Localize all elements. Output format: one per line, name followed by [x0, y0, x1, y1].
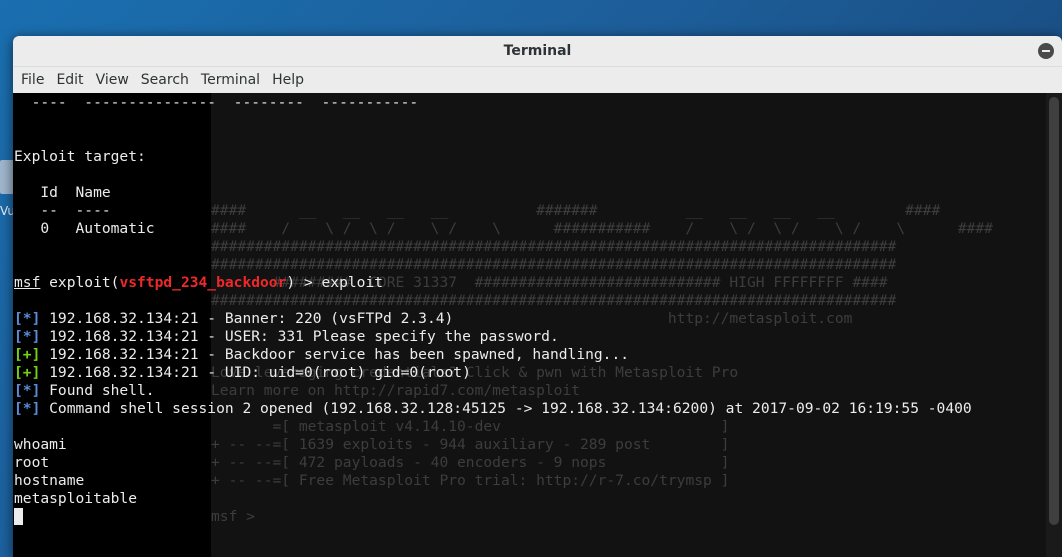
output-line: [+] 192.168.32.134:21 - Backdoor service… [14, 346, 629, 364]
bg-line: + -- --=[ 1639 exploits - 944 auxiliary … [211, 436, 730, 453]
bg-line: ########################################… [211, 256, 897, 273]
output-line: [*] Command shell session 2 opened (192.… [14, 400, 972, 418]
title-bar[interactable]: Terminal [13, 36, 1062, 67]
shell-line: whoami [14, 436, 67, 453]
module-name: vsftpd_234_backdoor [119, 274, 287, 291]
output-line: [*] Found shell. [14, 382, 155, 400]
bg-line: ########################################… [211, 292, 897, 309]
text-cursor [14, 508, 23, 525]
minimize-icon [1042, 50, 1050, 52]
msf-command-line: msf exploit(vsftpd_234_backdoor) > explo… [14, 274, 383, 292]
output-text: 192.168.32.134:21 - UID: uid=0(root) gid… [40, 364, 471, 381]
terminal-window[interactable]: Terminal File Edit View Search Terminal … [13, 36, 1062, 557]
vertical-scrollbar[interactable] [1046, 93, 1062, 557]
desktop-file-icon[interactable] [0, 160, 14, 194]
output-text: Command shell session 2 opened (192.168.… [40, 400, 972, 417]
output-line: [*] 192.168.32.134:21 - USER: 331 Please… [14, 328, 559, 346]
bg-line: ########################################… [211, 238, 897, 255]
menu-edit[interactable]: Edit [50, 67, 89, 93]
msf-prompt: msf [14, 274, 41, 291]
bg-line: #### __ __ __ __ ####### __ __ __ __ ###… [211, 202, 941, 219]
cmd-suffix: ) > exploit [286, 274, 384, 291]
shell-line: metasploitable [14, 490, 138, 507]
menu-search[interactable]: Search [135, 67, 195, 93]
shell-cursor-line[interactable] [14, 508, 23, 526]
output-text: Found shell. [40, 382, 155, 399]
output-text: 192.168.32.134:21 - Backdoor service has… [40, 346, 630, 363]
menu-terminal[interactable]: Terminal [195, 67, 266, 93]
info-tag: [*] [14, 310, 41, 327]
table-header-separator: ---- --------------- -------- ----------… [14, 94, 419, 111]
bg-prompt: msf > [211, 508, 264, 525]
menu-file[interactable]: File [15, 67, 50, 93]
target-row: 0 Automatic [14, 220, 155, 237]
shell-line: hostname [14, 472, 85, 489]
close-button[interactable] [1038, 43, 1054, 59]
terminal-output[interactable]: #### __ __ __ __ ####### __ __ __ __ ###… [13, 93, 1046, 557]
shell-line: root [14, 454, 50, 471]
targets-header: Id Name [14, 184, 111, 201]
output-line: [+] 192.168.32.134:21 - UID: uid=0(root)… [14, 364, 471, 382]
bg-line: #### / \ / \ / \ / \ ########### / \ / \… [211, 220, 993, 237]
info-tag: [*] [14, 328, 41, 345]
output-text: 192.168.32.134:21 - USER: 331 Please spe… [40, 328, 559, 345]
good-tag: [+] [14, 346, 41, 363]
info-tag: [*] [14, 400, 41, 417]
menu-view[interactable]: View [90, 67, 135, 93]
scrollbar-thumb[interactable] [1049, 97, 1059, 525]
info-tag: [*] [14, 382, 41, 399]
output-text: 192.168.32.134:21 - Banner: 220 (vsFTPd … [40, 310, 454, 327]
cmd-prefix: exploit( [40, 274, 120, 291]
output-line: [*] 192.168.32.134:21 - Banner: 220 (vsF… [14, 310, 453, 328]
bg-line: + -- --=[ 472 payloads - 40 encoders - 9… [211, 454, 730, 471]
good-tag: [+] [14, 364, 41, 381]
bg-line: =[ metasploit v4.14.10-dev ] [211, 418, 730, 435]
exploit-target-label: Exploit target: [14, 148, 146, 165]
menu-help[interactable]: Help [266, 67, 310, 93]
targets-separator: -- ---- [14, 202, 111, 219]
bg-line: + -- --=[ Free Metasploit Pro trial: htt… [211, 472, 730, 489]
window-title: Terminal [503, 43, 572, 59]
menu-bar: File Edit View Search Terminal Help [13, 67, 1062, 93]
bg-line: Learn more on http://rapid7.com/metasplo… [211, 382, 581, 399]
